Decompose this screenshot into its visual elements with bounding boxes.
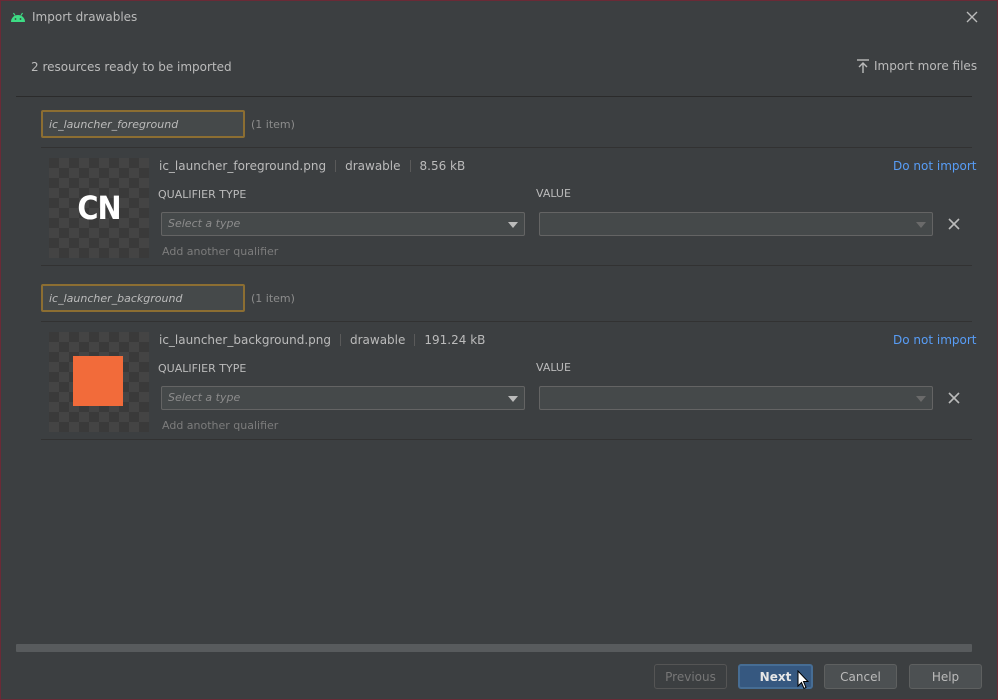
divider [16,96,972,97]
divider [41,439,972,440]
resources-summary: 2 resources ready to be imported [31,60,232,74]
qualifier-type-placeholder: Select a type [168,217,241,230]
file-name: ic_launcher_foreground.png [159,159,327,173]
add-another-qualifier-link[interactable]: Add another qualifier [162,245,278,258]
add-another-qualifier-link[interactable]: Add another qualifier [162,419,278,432]
separator [339,334,341,346]
chevron-down-icon [508,396,518,402]
group-item-count: (1 item) [251,118,295,131]
group-item-count: (1 item) [251,292,295,305]
title-bar: Import drawables [1,1,997,34]
cancel-button-label: Cancel [840,669,881,684]
group-name-text: ic_launcher_foreground [49,118,179,131]
qualifier-type-label: QUALIFIER TYPE [158,188,247,201]
do-not-import-link[interactable]: Do not import [893,159,976,173]
previous-button[interactable]: Previous [654,664,727,689]
divider [41,147,972,148]
group-name-field[interactable]: ic_launcher_foreground [41,110,245,138]
qualifier-type-select[interactable]: Select a type [161,212,525,236]
preview-logo-text: CN [77,189,121,227]
image-preview: CN [49,158,149,258]
dialog-title: Import drawables [32,10,138,24]
group-name-text: ic_launcher_background [49,292,183,305]
value-label: VALUE [536,361,571,374]
import-drawables-dialog: Import drawables 2 resources ready to be… [0,0,998,700]
image-preview [49,332,149,432]
mouse-pointer-icon [797,670,809,690]
file-info: ic_launcher_foreground.png drawable 8.56… [159,159,465,173]
file-type: drawable [345,159,401,173]
chevron-down-icon [916,222,926,228]
qualifier-type-select[interactable]: Select a type [161,386,525,410]
close-icon[interactable] [947,217,961,231]
preview-color-swatch [73,356,123,406]
value-select[interactable] [539,386,933,410]
group-name-field[interactable]: ic_launcher_background [41,284,245,312]
do-not-import-link[interactable]: Do not import [893,333,976,347]
chevron-down-icon [508,222,518,228]
close-icon[interactable] [964,9,980,25]
file-size: 8.56 kB [419,159,466,173]
chevron-down-icon [916,396,926,402]
file-type: drawable [349,333,406,347]
separator [414,334,416,346]
separator [409,160,411,172]
file-name: ic_launcher_background.png [159,333,331,347]
previous-button-label: Previous [665,669,716,684]
file-info: ic_launcher_background.png drawable 191.… [159,333,485,347]
close-icon[interactable] [947,391,961,405]
cancel-button[interactable]: Cancel [824,664,897,689]
next-button-label: Next [759,669,792,684]
upload-icon [857,59,869,73]
value-label: VALUE [536,187,571,200]
help-button-label: Help [931,669,960,684]
divider [41,265,972,266]
file-size: 191.24 kB [424,333,486,347]
value-select[interactable] [539,212,933,236]
separator [335,160,337,172]
divider [41,321,972,322]
qualifier-type-placeholder: Select a type [168,391,241,404]
horizontal-scrollbar[interactable] [16,644,972,652]
qualifier-type-label: QUALIFIER TYPE [158,362,247,375]
import-more-files-label: Import more files [874,59,978,73]
help-button[interactable]: Help [909,664,982,689]
import-more-files-button[interactable]: Import more files [857,59,977,73]
android-icon [11,12,25,22]
